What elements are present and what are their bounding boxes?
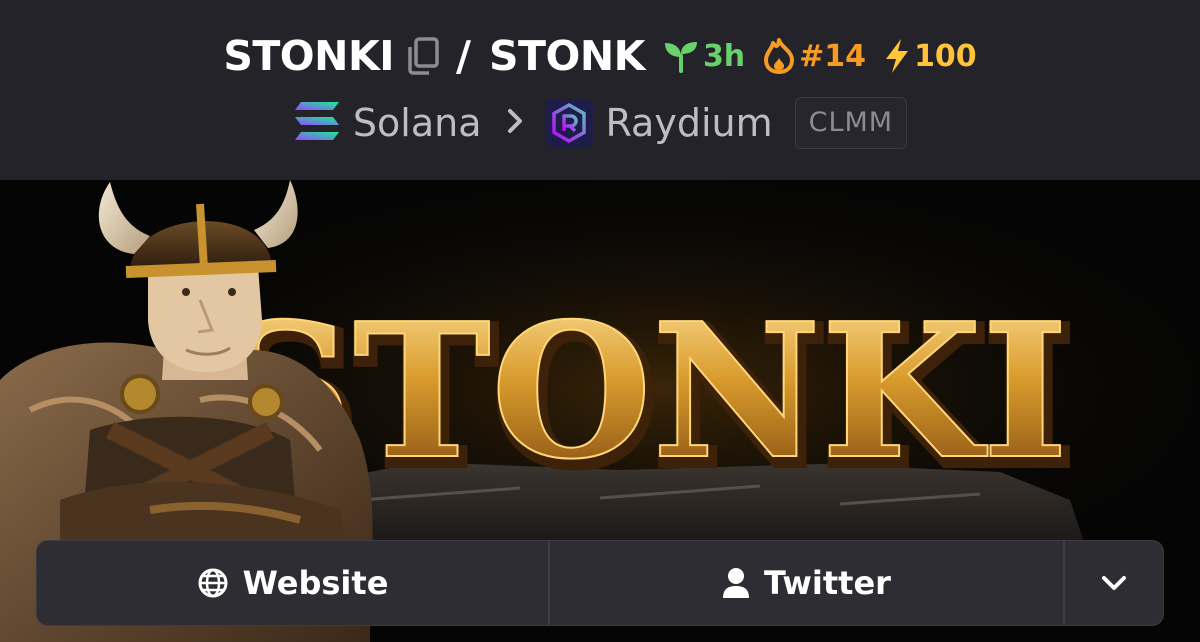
chevron-right-icon <box>507 108 523 138</box>
raydium-logo <box>545 99 594 147</box>
chain-name[interactable]: Solana <box>353 101 482 145</box>
pair-age: 3h <box>702 38 746 74</box>
twitter-label: Twitter <box>764 564 891 602</box>
user-icon <box>723 568 750 598</box>
pair-header: STONKI / STONK 3h #14 100 Solana Raydium… <box>0 0 1200 180</box>
copy-icon[interactable] <box>406 36 440 76</box>
twitter-button[interactable]: Twitter <box>550 541 1065 625</box>
flame-icon <box>764 38 795 74</box>
pair-age-badge: 3h <box>663 39 745 74</box>
solana-logo <box>293 101 341 145</box>
trending-rank: #14 <box>799 38 867 74</box>
pool-type-tag: CLMM <box>794 97 908 149</box>
seedling-icon <box>664 42 697 73</box>
more-links-button[interactable] <box>1065 541 1163 625</box>
boost-count: 100 <box>914 38 977 74</box>
website-label: Website <box>242 564 389 602</box>
boost-badge[interactable]: 100 <box>884 38 977 74</box>
chain-breadcrumb: Solana Raydium CLMM <box>0 96 1200 150</box>
dex-name[interactable]: Raydium <box>605 101 772 145</box>
chevron-down-icon <box>1102 576 1126 590</box>
social-links-bar: Website Twitter <box>36 540 1164 626</box>
pair-title-row: STONKI / STONK 3h #14 100 <box>0 28 1200 84</box>
lightning-icon <box>886 39 909 73</box>
base-token-symbol: STONKI <box>223 32 395 80</box>
website-button[interactable]: Website <box>37 541 550 625</box>
trending-rank-badge[interactable]: #14 <box>763 38 866 74</box>
globe-icon <box>198 568 228 598</box>
pair-separator: / <box>456 32 471 80</box>
quote-token-symbol: STONK <box>489 32 645 80</box>
